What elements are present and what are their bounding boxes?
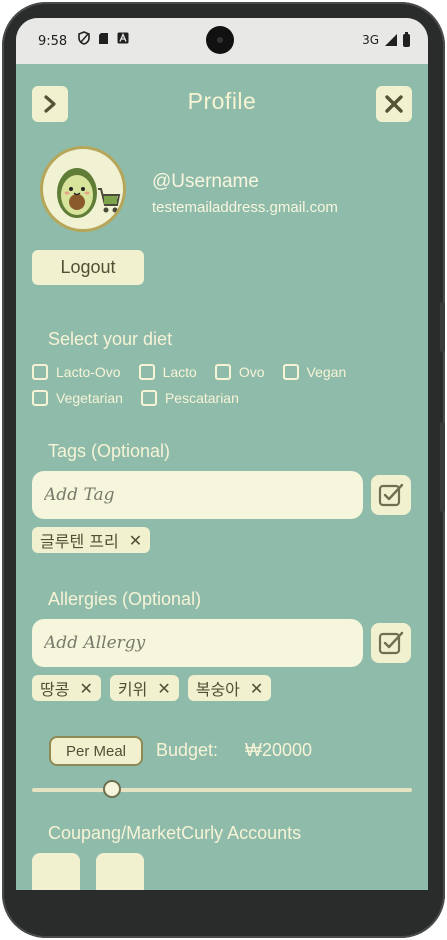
diet-options: Lacto-Ovo Lacto Ovo Vegan Vegetarian Pes… <box>32 364 412 406</box>
chip-label: 땅콩 <box>40 680 70 699</box>
remove-chip-icon[interactable]: ✕ <box>79 679 92 698</box>
status-time: 9:58 <box>38 34 68 49</box>
allergy-chip: 땅콩 ✕ <box>32 675 101 701</box>
signal-icon <box>385 34 397 46</box>
logout-button[interactable]: Logout <box>32 250 144 285</box>
network-type: 3G <box>362 33 379 47</box>
sim-card-icon <box>99 32 108 44</box>
allergy-chip: 복숭아 ✕ <box>187 675 272 701</box>
app-screen: 9:58 3G Profile @Username testemailaddre… <box>16 18 428 890</box>
close-icon <box>385 95 403 113</box>
add-tag-button[interactable] <box>371 475 411 515</box>
add-allergy-button[interactable] <box>371 623 411 663</box>
remove-chip-icon[interactable]: ✕ <box>129 531 142 550</box>
diet-option-vegan[interactable]: Vegan <box>282 364 347 380</box>
diet-option-label: Pescatarian <box>164 390 239 406</box>
diet-option-ovo[interactable]: Ovo <box>214 364 265 380</box>
avatar[interactable] <box>40 146 126 232</box>
diet-option-vegetarian[interactable]: Vegetarian <box>32 390 123 406</box>
diet-option-pescatarian[interactable]: Pescatarian <box>140 390 239 406</box>
checkbox[interactable] <box>140 390 157 406</box>
diet-option-lacto-ovo[interactable]: Lacto-Ovo <box>32 364 121 380</box>
budget-slider-thumb[interactable] <box>102 780 121 798</box>
status-icons-right: 3G <box>362 31 410 47</box>
checkbox-check-icon <box>378 631 404 655</box>
power-button <box>440 422 445 512</box>
diet-option-lacto[interactable]: Lacto <box>138 364 197 380</box>
email-address: testemailaddress.gmail.com <box>152 199 338 216</box>
checkbox[interactable] <box>138 364 155 380</box>
status-bar: 9:58 3G <box>16 18 428 64</box>
system-navigation-bar <box>0 890 447 940</box>
marketcurly-account-tile[interactable] <box>96 853 144 890</box>
chip-label: 글루텐 프리 <box>40 532 119 551</box>
remove-chip-icon[interactable]: ✕ <box>157 679 170 698</box>
chip-label: 키위 <box>117 680 148 699</box>
username: @Username <box>152 171 259 192</box>
checkbox-check-icon <box>378 483 404 507</box>
allergy-chip: 키위 ✕ <box>109 675 179 701</box>
checkbox[interactable] <box>282 364 299 380</box>
accounts-heading: Coupang/MarketCurly Accounts <box>48 823 302 843</box>
diet-option-label: Lacto-Ovo <box>56 364 121 380</box>
close-button[interactable] <box>376 86 412 122</box>
checkbox[interactable] <box>214 364 231 380</box>
diet-option-label: Ovo <box>238 364 265 380</box>
status-icons-left <box>78 31 129 45</box>
coupang-account-tile[interactable] <box>32 853 80 890</box>
diet-heading: Select your diet <box>48 329 173 349</box>
checkbox[interactable] <box>32 390 48 406</box>
remove-chip-icon[interactable]: ✕ <box>250 679 263 698</box>
budget-value: ₩20000 <box>245 740 313 760</box>
budget-label: Budget: <box>156 740 219 760</box>
battery-icon <box>403 31 410 47</box>
diet-option-label: Vegetarian <box>56 390 123 406</box>
chip-label: 복숭아 <box>195 680 240 699</box>
diet-option-label: Vegan <box>306 364 347 380</box>
checkbox[interactable] <box>32 364 48 380</box>
tags-heading: Tags (Optional) <box>48 441 171 461</box>
allergy-input[interactable] <box>32 619 363 667</box>
tag-chip: 글루텐 프리 ✕ <box>32 527 151 553</box>
volume-button <box>440 302 445 352</box>
font-a-icon <box>117 32 129 44</box>
avocado-mascot-image <box>57 168 121 218</box>
shield-icon <box>78 31 90 45</box>
allergies-heading: Allergies (Optional) <box>48 589 202 609</box>
allergy-chips: 땅콩 ✕ 키위 ✕ 복숭아 ✕ <box>32 675 272 701</box>
front-camera <box>206 26 234 54</box>
per-meal-toggle[interactable]: Per Meal <box>49 736 143 766</box>
diet-option-label: Lacto <box>162 364 197 380</box>
budget-slider-track[interactable] <box>32 788 412 792</box>
tag-input[interactable] <box>32 471 363 519</box>
tag-chips: 글루텐 프리 ✕ <box>32 527 151 553</box>
page-title: Profile <box>187 88 257 114</box>
